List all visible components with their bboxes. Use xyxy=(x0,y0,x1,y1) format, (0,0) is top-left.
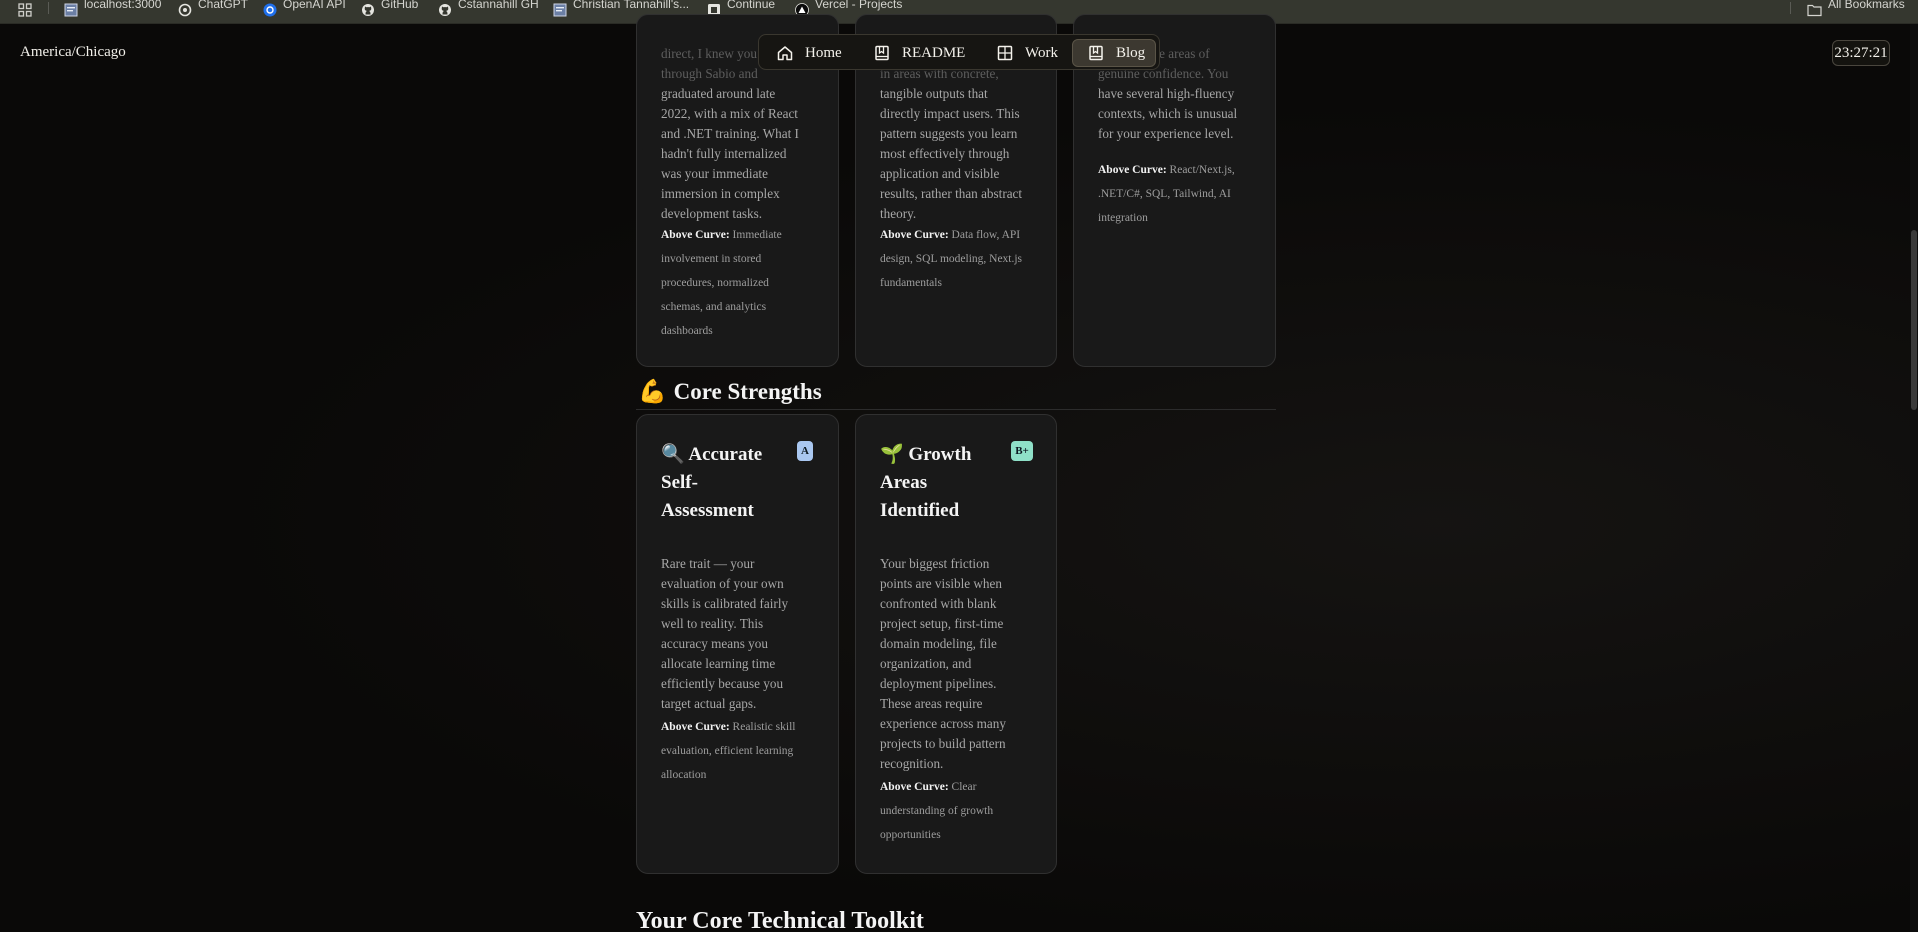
page-scrollbar[interactable] xyxy=(1910,24,1918,932)
card-text: Your biggest friction points are visible… xyxy=(880,556,1006,771)
card-title: 🌱 Growth Areas Identified xyxy=(880,444,972,521)
apps-grid-icon[interactable] xyxy=(18,3,38,21)
card-text: have several high-fluency contexts, whic… xyxy=(1098,86,1238,141)
strength-card: 🔍 Accurate Self- Assessment A Rare trait… xyxy=(636,414,839,874)
timezone-label: America/Chicago xyxy=(20,44,126,60)
magnifier-icon: 🔍 xyxy=(661,444,685,465)
strength-card: 🌱 Growth Areas Identified B+ Your bigges… xyxy=(855,414,1057,874)
chatgpt-icon xyxy=(178,3,192,17)
github-icon xyxy=(439,4,451,16)
section-title-core-strengths: 💪 Core Strengths xyxy=(638,378,822,405)
above-curve-note: Above Curve: Realistic skill evaluation,… xyxy=(661,721,796,781)
book-icon xyxy=(1089,45,1103,61)
nav-readme[interactable]: README xyxy=(873,39,965,67)
above-curve-note: Above Curve: Immediate involvement in st… xyxy=(661,229,782,337)
seedling-icon: 🌱 xyxy=(880,444,904,465)
bookmark-localhost[interactable]: localhost:3000 xyxy=(64,0,161,21)
card-title: 🔍 Accurate Self- Assessment xyxy=(661,444,763,521)
page-icon xyxy=(64,3,78,17)
folder-icon xyxy=(1807,4,1822,17)
nav-home[interactable]: Home xyxy=(776,39,842,67)
openai-icon xyxy=(263,3,277,17)
above-curve-note: Above Curve: Data flow, API design, SQL … xyxy=(880,229,1023,289)
grade-badge: B+ xyxy=(1011,441,1033,461)
main-nav: Home README Work Blog xyxy=(758,34,1160,70)
bookmark-cstannahill-gh[interactable]: Cstannahill GH xyxy=(438,0,539,21)
flexed-biceps-icon: 💪 xyxy=(638,379,667,404)
bookmarks-separator xyxy=(1790,2,1791,14)
above-curve-note: Above Curve: React/Next.js, .NET/C#, SQL… xyxy=(1098,164,1235,224)
above-curve-note: Above Curve: Clear understanding of grow… xyxy=(880,781,994,841)
book-icon xyxy=(875,45,889,61)
home-icon xyxy=(777,46,793,61)
nav-work[interactable]: Work xyxy=(996,39,1058,67)
bookmark-chatgpt[interactable]: ChatGPT xyxy=(178,0,248,21)
page-icon xyxy=(553,3,567,17)
section-title-toolkit: Your Core Technical Toolkit xyxy=(636,908,924,932)
bookmark-openai-api[interactable]: OpenAI API xyxy=(263,0,346,21)
nav-blog[interactable]: Blog xyxy=(1072,39,1156,67)
bookmarks-separator xyxy=(48,2,49,14)
card-text: Rare trait — your evaluation of your own… xyxy=(661,556,789,711)
grade-badge: A xyxy=(797,441,813,461)
scrollbar-thumb[interactable] xyxy=(1911,230,1917,410)
card-text: direct, I knew you through Sabio and xyxy=(661,46,758,81)
section-divider xyxy=(636,409,1276,410)
card-text: tangible outputs that directly impact us… xyxy=(880,86,1023,221)
card-text: graduated around late 2022, with a mix o… xyxy=(661,86,799,221)
clock: 23:27:21 xyxy=(1832,40,1890,66)
bookmark-github[interactable]: GitHub xyxy=(361,0,418,21)
grid-icon xyxy=(997,45,1013,61)
github-icon xyxy=(362,4,374,16)
all-bookmarks-button[interactable]: All Bookmarks xyxy=(1807,0,1905,21)
